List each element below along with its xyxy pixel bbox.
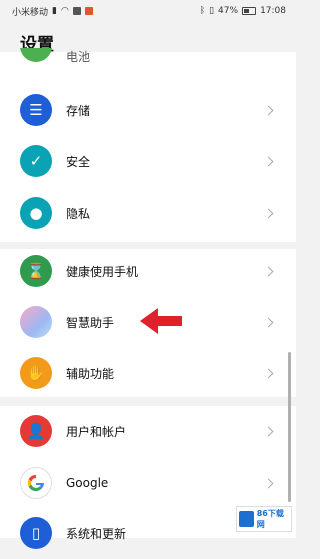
- chevron-right-icon: [263, 208, 274, 218]
- settings-item-security[interactable]: ✓ 安全: [0, 137, 296, 185]
- settings-item-digital-balance[interactable]: ⌛ 健康使用手机: [0, 247, 296, 295]
- watermark-logo: [239, 511, 254, 527]
- battery-icon: [20, 48, 52, 62]
- wifi-icon: ◠: [60, 6, 69, 16]
- settings-item-storage[interactable]: ☰ 存储: [0, 86, 296, 134]
- watermark-text: 86下载网: [256, 509, 284, 529]
- settings-item-battery[interactable]: 电池: [0, 48, 296, 72]
- settings-item-accessibility[interactable]: ✋ 辅助功能: [0, 349, 296, 397]
- settings-item-label: 安全: [66, 154, 91, 169]
- chevron-right-icon: [263, 317, 274, 327]
- scrollbar[interactable]: [288, 352, 291, 502]
- user-icon: 👤: [20, 415, 52, 447]
- settings-item-label: 系统和更新: [66, 527, 127, 541]
- clock: 17:08: [260, 6, 286, 16]
- settings-item-label: 隐私: [66, 206, 91, 221]
- settings-item-users-accounts[interactable]: 👤 用户和帐户: [0, 407, 296, 455]
- settings-item-label: 健康使用手机: [66, 264, 139, 279]
- settings-item-label: 智慧助手: [66, 315, 115, 330]
- settings-item-label: 用户和帐户: [66, 424, 127, 439]
- settings-item-label: Google: [66, 476, 109, 490]
- settings-item-label: 电池: [66, 50, 91, 64]
- chevron-right-icon: [263, 478, 274, 488]
- chevron-right-icon: [263, 368, 274, 378]
- hourglass-icon: ⌛: [20, 255, 52, 287]
- privacy-icon: ●: [20, 197, 52, 229]
- settings-item-label: 辅助功能: [66, 366, 115, 381]
- settings-item-privacy[interactable]: ● 隐私: [0, 189, 296, 237]
- battery-percent: 47%: [218, 6, 239, 16]
- chevron-right-icon: [263, 426, 274, 436]
- settings-item-google[interactable]: Google: [0, 459, 296, 507]
- security-shield-icon: ✓: [20, 145, 52, 177]
- message-icon: [72, 7, 81, 15]
- battery-status-icon: [242, 7, 257, 15]
- watermark: 86下载网: [236, 506, 292, 532]
- chevron-right-icon: [263, 156, 274, 166]
- carrier-label: 小米移动: [12, 7, 49, 18]
- chevron-right-icon: [263, 266, 274, 276]
- status-bar: 小米移动 ▮ ◠ ᛒ ▯ 47% 17:08: [0, 0, 296, 22]
- bluetooth-icon: ᛒ: [199, 6, 206, 16]
- vibrate-icon: ▯: [209, 6, 215, 16]
- settings-item-label: 存储: [66, 103, 91, 118]
- signal-icon: ▮: [52, 6, 57, 16]
- storage-icon: ☰: [20, 94, 52, 126]
- app-notification-icon: [84, 7, 93, 15]
- chevron-right-icon: [263, 105, 274, 115]
- hand-icon: ✋: [20, 357, 52, 389]
- phone-icon: ▯: [20, 517, 52, 549]
- smart-assistant-icon: [20, 306, 52, 338]
- google-icon: [20, 467, 52, 499]
- annotation-arrow: [140, 308, 182, 334]
